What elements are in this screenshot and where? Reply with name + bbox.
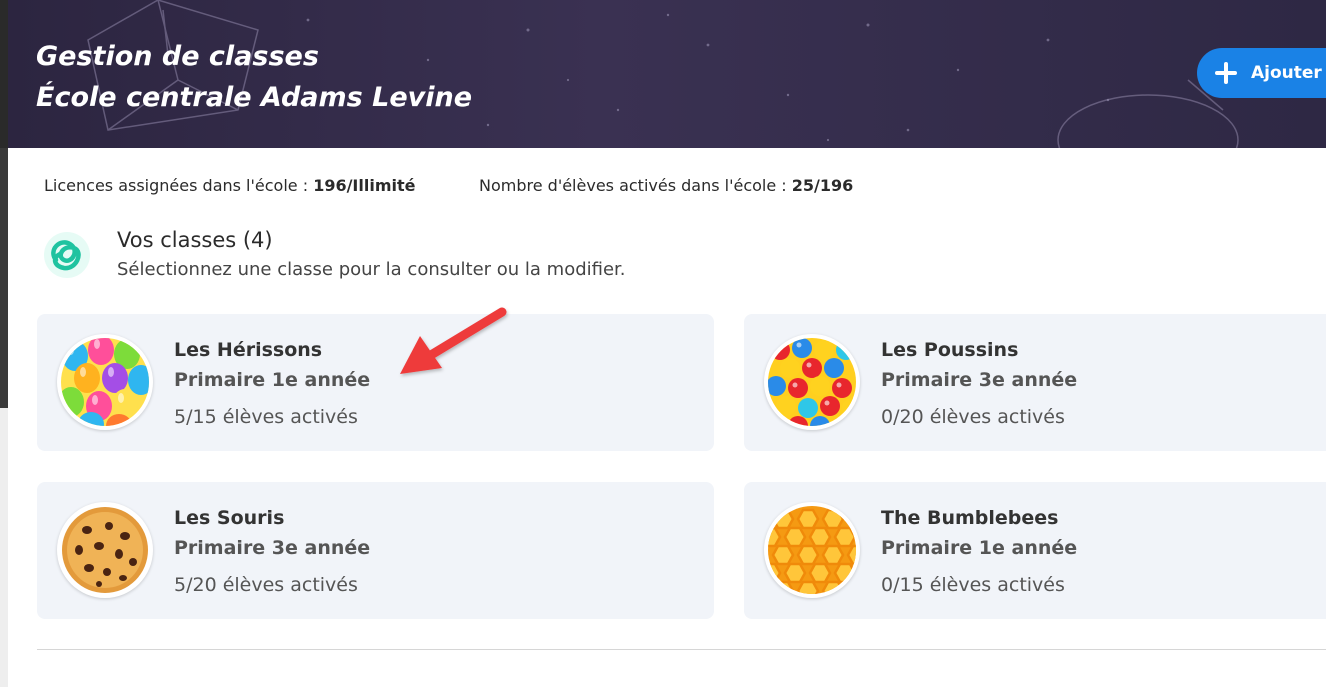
plus-icon bbox=[1215, 62, 1237, 84]
window-edge-segment bbox=[0, 148, 8, 408]
add-class-button[interactable]: Ajouter bbox=[1197, 48, 1326, 98]
class-name: Les Souris bbox=[174, 507, 285, 529]
window-left-edge bbox=[0, 0, 8, 687]
classes-subtitle: Sélectionnez une classe pour la consulte… bbox=[117, 259, 626, 280]
class-card-the-bumblebees[interactable]: The Bumblebees Primaire 1e année 0/15 él… bbox=[744, 482, 1326, 619]
red-arrow-icon bbox=[400, 307, 507, 374]
students-label: Nombre d'élèves activés dans l'école : bbox=[479, 176, 792, 195]
section-divider bbox=[37, 649, 1326, 650]
class-student-count: 5/20 élèves activés bbox=[174, 574, 358, 596]
students-value: 25/196 bbox=[791, 176, 854, 195]
class-grade: Primaire 1e année bbox=[174, 369, 371, 391]
class-card-les-poussins[interactable]: Les Poussins Primaire 3e année 0/20 élèv… bbox=[744, 314, 1326, 451]
students-stat: Nombre d'élèves activés dans l'école : 2… bbox=[479, 176, 853, 195]
add-button-label: Ajouter bbox=[1251, 63, 1322, 83]
class-grade: Primaire 1e année bbox=[881, 537, 1078, 559]
classes-knot-icon bbox=[44, 232, 90, 278]
class-grade: Primaire 3e année bbox=[174, 537, 371, 559]
balloons-avatar bbox=[57, 334, 153, 430]
gumballs-avatar bbox=[764, 334, 860, 430]
page-title: Gestion de classes École centrale Adams … bbox=[36, 36, 472, 118]
class-card-les-herissons[interactable]: Les Hérissons Primaire 1e année 5/15 élè… bbox=[37, 314, 714, 451]
classes-title: Vos classes (4) bbox=[117, 228, 273, 252]
class-name: Les Hérissons bbox=[174, 339, 323, 361]
class-student-count: 0/20 élèves activés bbox=[881, 406, 1065, 428]
honeycomb-avatar bbox=[764, 502, 860, 598]
class-card-les-souris[interactable]: Les Souris Primaire 3e année 5/20 élèves… bbox=[37, 482, 714, 619]
page-title-line2: École centrale Adams Levine bbox=[36, 82, 473, 113]
licenses-label: Licences assignées dans l'école : bbox=[44, 176, 314, 195]
page-header: Gestion de classes École centrale Adams … bbox=[8, 0, 1326, 148]
class-name: Les Poussins bbox=[881, 339, 1019, 361]
window-edge-segment bbox=[0, 408, 8, 687]
page-title-line1: Gestion de classes bbox=[36, 41, 319, 72]
class-grade: Primaire 3e année bbox=[881, 369, 1078, 391]
cookie-avatar bbox=[57, 502, 153, 598]
class-name: The Bumblebees bbox=[881, 507, 1059, 529]
licenses-stat: Licences assignées dans l'école : 196/Il… bbox=[44, 176, 416, 195]
licenses-value: 196/Illimité bbox=[313, 176, 416, 195]
class-student-count: 5/15 élèves activés bbox=[174, 406, 358, 428]
class-student-count: 0/15 élèves activés bbox=[881, 574, 1065, 596]
